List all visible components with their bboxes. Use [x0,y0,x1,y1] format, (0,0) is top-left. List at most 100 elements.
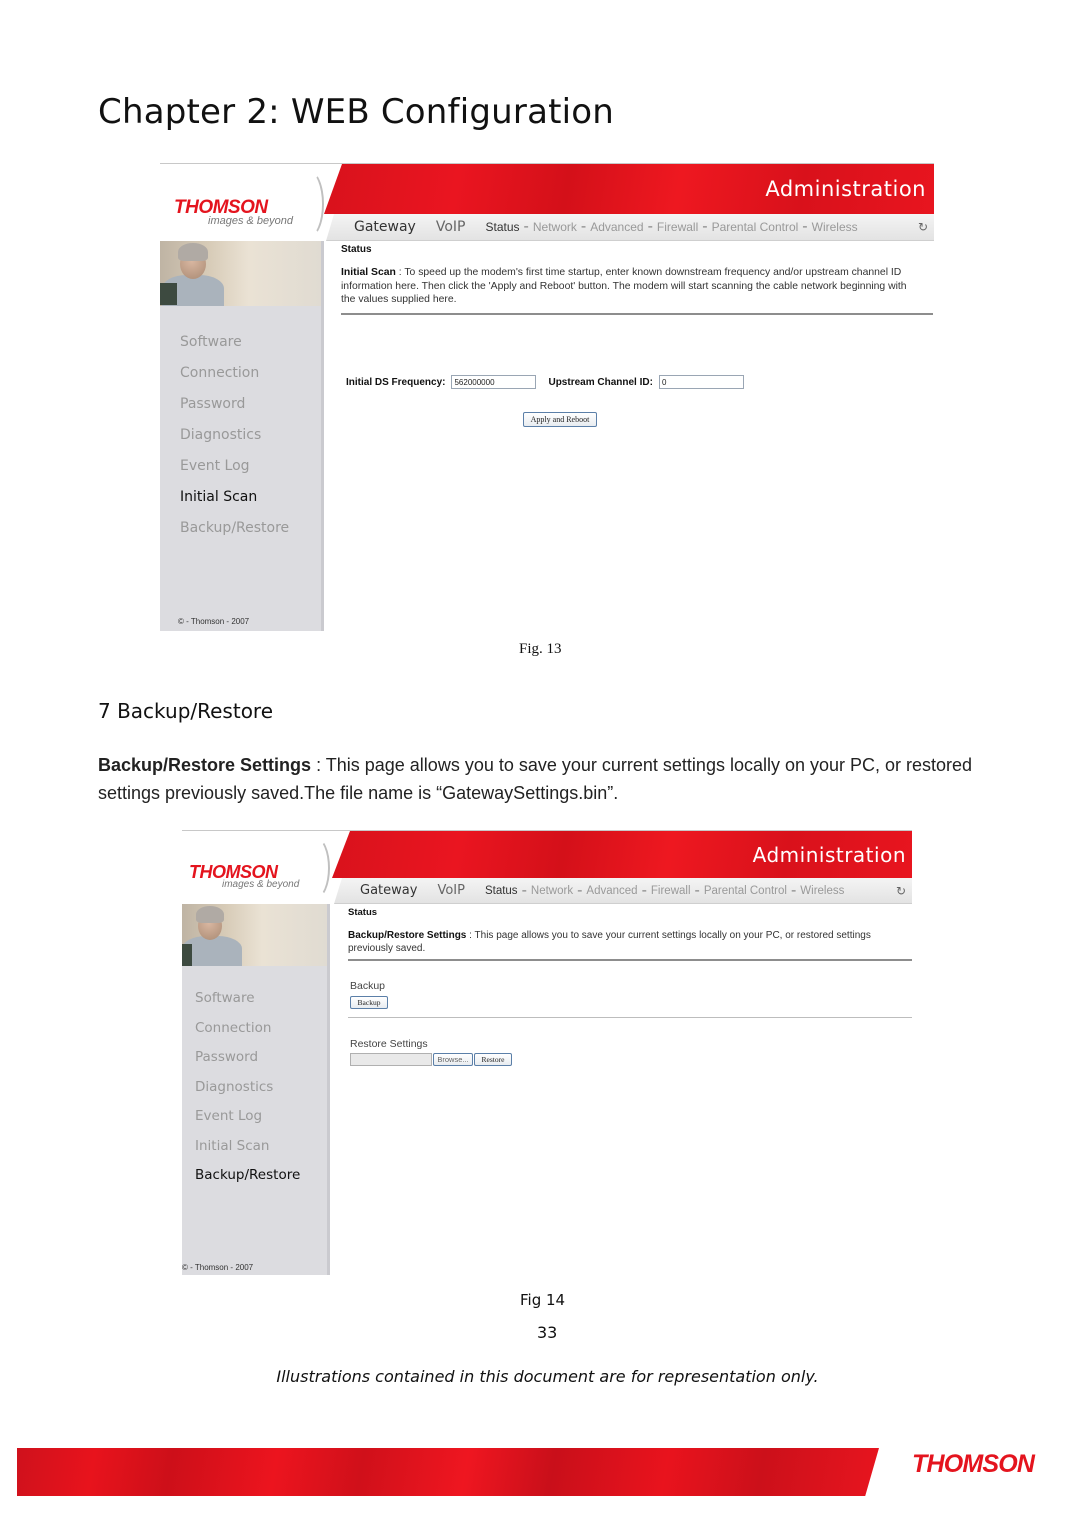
backup-section-label: Backup [350,980,386,992]
restore-controls: Browse... Restore [350,1053,512,1066]
refresh-icon[interactable]: ↻ [918,220,928,234]
section-heading: 7 Backup/Restore [98,699,274,723]
nav-separator: - [702,218,708,235]
status-heading: Status [348,907,378,918]
banner-title: Administration [752,843,906,867]
page-description: Initial Scan : To speed up the modem's f… [341,266,921,307]
banner-title: Administration [765,177,926,201]
nav-status[interactable]: Status [485,885,518,897]
user-photo [160,241,321,306]
photo-person-hair [178,243,208,261]
fig14-caption: Fig 14 [520,1291,566,1309]
apply-and-reboot-button[interactable]: Apply and Reboot [523,412,597,427]
nav-voip[interactable]: VoIP [437,883,465,898]
upstream-channel-input[interactable] [658,375,744,389]
nav-network[interactable]: Network [533,220,577,234]
ds-frequency-label: Initial DS Frequency: [346,376,446,388]
nav-wireless[interactable]: Wireless [812,220,858,234]
restore-file-input[interactable] [350,1053,432,1066]
nav-gateway[interactable]: Gateway [354,219,416,235]
scan-form: Initial DS Frequency: Upstream Channel I… [346,375,756,389]
photo-laptop [160,283,177,305]
ds-frequency-input[interactable] [451,375,537,389]
sidebar-item-connection[interactable]: Connection [195,1014,327,1044]
nav-wireless[interactable]: Wireless [800,885,844,897]
disclaimer: Illustrations contained in this document… [276,1367,819,1386]
page-description: Backup/Restore Settings : This page allo… [348,930,898,955]
nav-status[interactable]: Status [486,220,520,234]
restore-section-label: Restore Settings [350,1038,428,1050]
divider [348,1017,912,1018]
page-number: 33 [537,1323,558,1342]
sidebar-item-initial-scan[interactable]: Initial Scan [195,1132,327,1162]
description-title: Initial Scan [341,267,396,278]
nav-separator: - [641,881,647,899]
top-nav: Gateway VoIP Status - Network - Advanced… [334,878,912,904]
sidebar-item-backup-restore[interactable]: Backup/Restore [195,1161,327,1191]
nav-separator: - [790,881,797,899]
sidebar-item-diagnostics[interactable]: Diagnostics [180,420,321,451]
sidebar-item-software[interactable]: Software [195,984,327,1014]
sidebar-item-software[interactable]: Software [180,327,321,358]
initial-scan-screenshot: THOMSON images & beyond Administration G… [160,163,934,631]
nav-separator: - [521,881,527,899]
user-photo [182,904,327,966]
sidebar-item-backup-restore[interactable]: Backup/Restore [180,513,321,544]
logo-tagline: images & beyond [222,879,300,890]
nav-advanced[interactable]: Advanced [590,220,643,234]
sidebar: Software Connection Password Diagnostics… [182,904,330,1275]
sidebar-item-event-log[interactable]: Event Log [180,451,321,482]
backup-restore-screenshot: THOMSON images & beyond Administration G… [182,830,912,1275]
photo-person-hair [196,906,224,923]
sidebar-item-initial-scan[interactable]: Initial Scan [180,482,321,513]
logo-area: THOMSON images & beyond [182,831,342,904]
nav-gateway[interactable]: Gateway [360,883,417,898]
footer-thomson-logo: THOMSON [912,1450,1035,1478]
sidebar-menu: Software Connection Password Diagnostics… [160,327,321,544]
nav-separator: - [802,218,808,235]
sidebar-item-password[interactable]: Password [195,1043,327,1073]
sidebar-menu: Software Connection Password Diagnostics… [182,984,327,1191]
logo-tagline: images & beyond [208,215,293,227]
nav-voip[interactable]: VoIP [436,219,466,235]
refresh-icon[interactable]: ↻ [896,884,906,898]
header-banner: Administration [324,164,934,214]
restore-button[interactable]: Restore [474,1053,512,1066]
nav-parental-control[interactable]: Parental Control [704,885,787,897]
nav-separator: - [580,218,587,235]
sidebar-item-connection[interactable]: Connection [180,358,321,389]
description-separator: : [466,930,475,941]
sidebar-item-event-log[interactable]: Event Log [195,1102,327,1132]
nav-firewall[interactable]: Firewall [657,220,698,234]
nav-separator: - [577,881,583,899]
photo-laptop [182,944,192,966]
chapter-title: Chapter 2: WEB Configuration [98,92,615,132]
content-area: Status Backup/Restore Settings : This pa… [348,907,912,955]
body-text-separator: : [311,755,326,775]
divider [348,959,912,961]
footer-red-band [17,1448,879,1496]
browse-button[interactable]: Browse... [433,1053,473,1066]
status-heading: Status [341,244,372,255]
upstream-channel-label: Upstream Channel ID: [548,376,653,388]
nav-separator: - [523,218,529,235]
nav-network[interactable]: Network [531,885,573,897]
sidebar-item-password[interactable]: Password [180,389,321,420]
nav-firewall[interactable]: Firewall [651,885,691,897]
body-text-bold: Backup/Restore Settings [98,755,312,775]
sidebar: Software Connection Password Diagnostics… [160,241,324,631]
nav-separator: - [647,218,653,235]
nav-separator: - [694,881,700,899]
description-text: To speed up the modem's first time start… [341,267,907,305]
fig13-caption: Fig. 13 [519,641,562,657]
header-banner: Administration [332,831,912,878]
content-area: Status Initial Scan : To speed up the mo… [341,244,933,307]
sidebar-item-diagnostics[interactable]: Diagnostics [195,1073,327,1103]
copyright: © - Thomson - 2007 [178,617,250,626]
section-body-text: Backup/Restore Settings : This page allo… [98,751,1008,807]
logo-swoosh-icon [302,837,330,899]
nav-parental-control[interactable]: Parental Control [712,220,799,234]
description-title: Backup/Restore Settings [348,930,467,941]
backup-button[interactable]: Backup [350,996,388,1009]
nav-advanced[interactable]: Advanced [586,885,637,897]
